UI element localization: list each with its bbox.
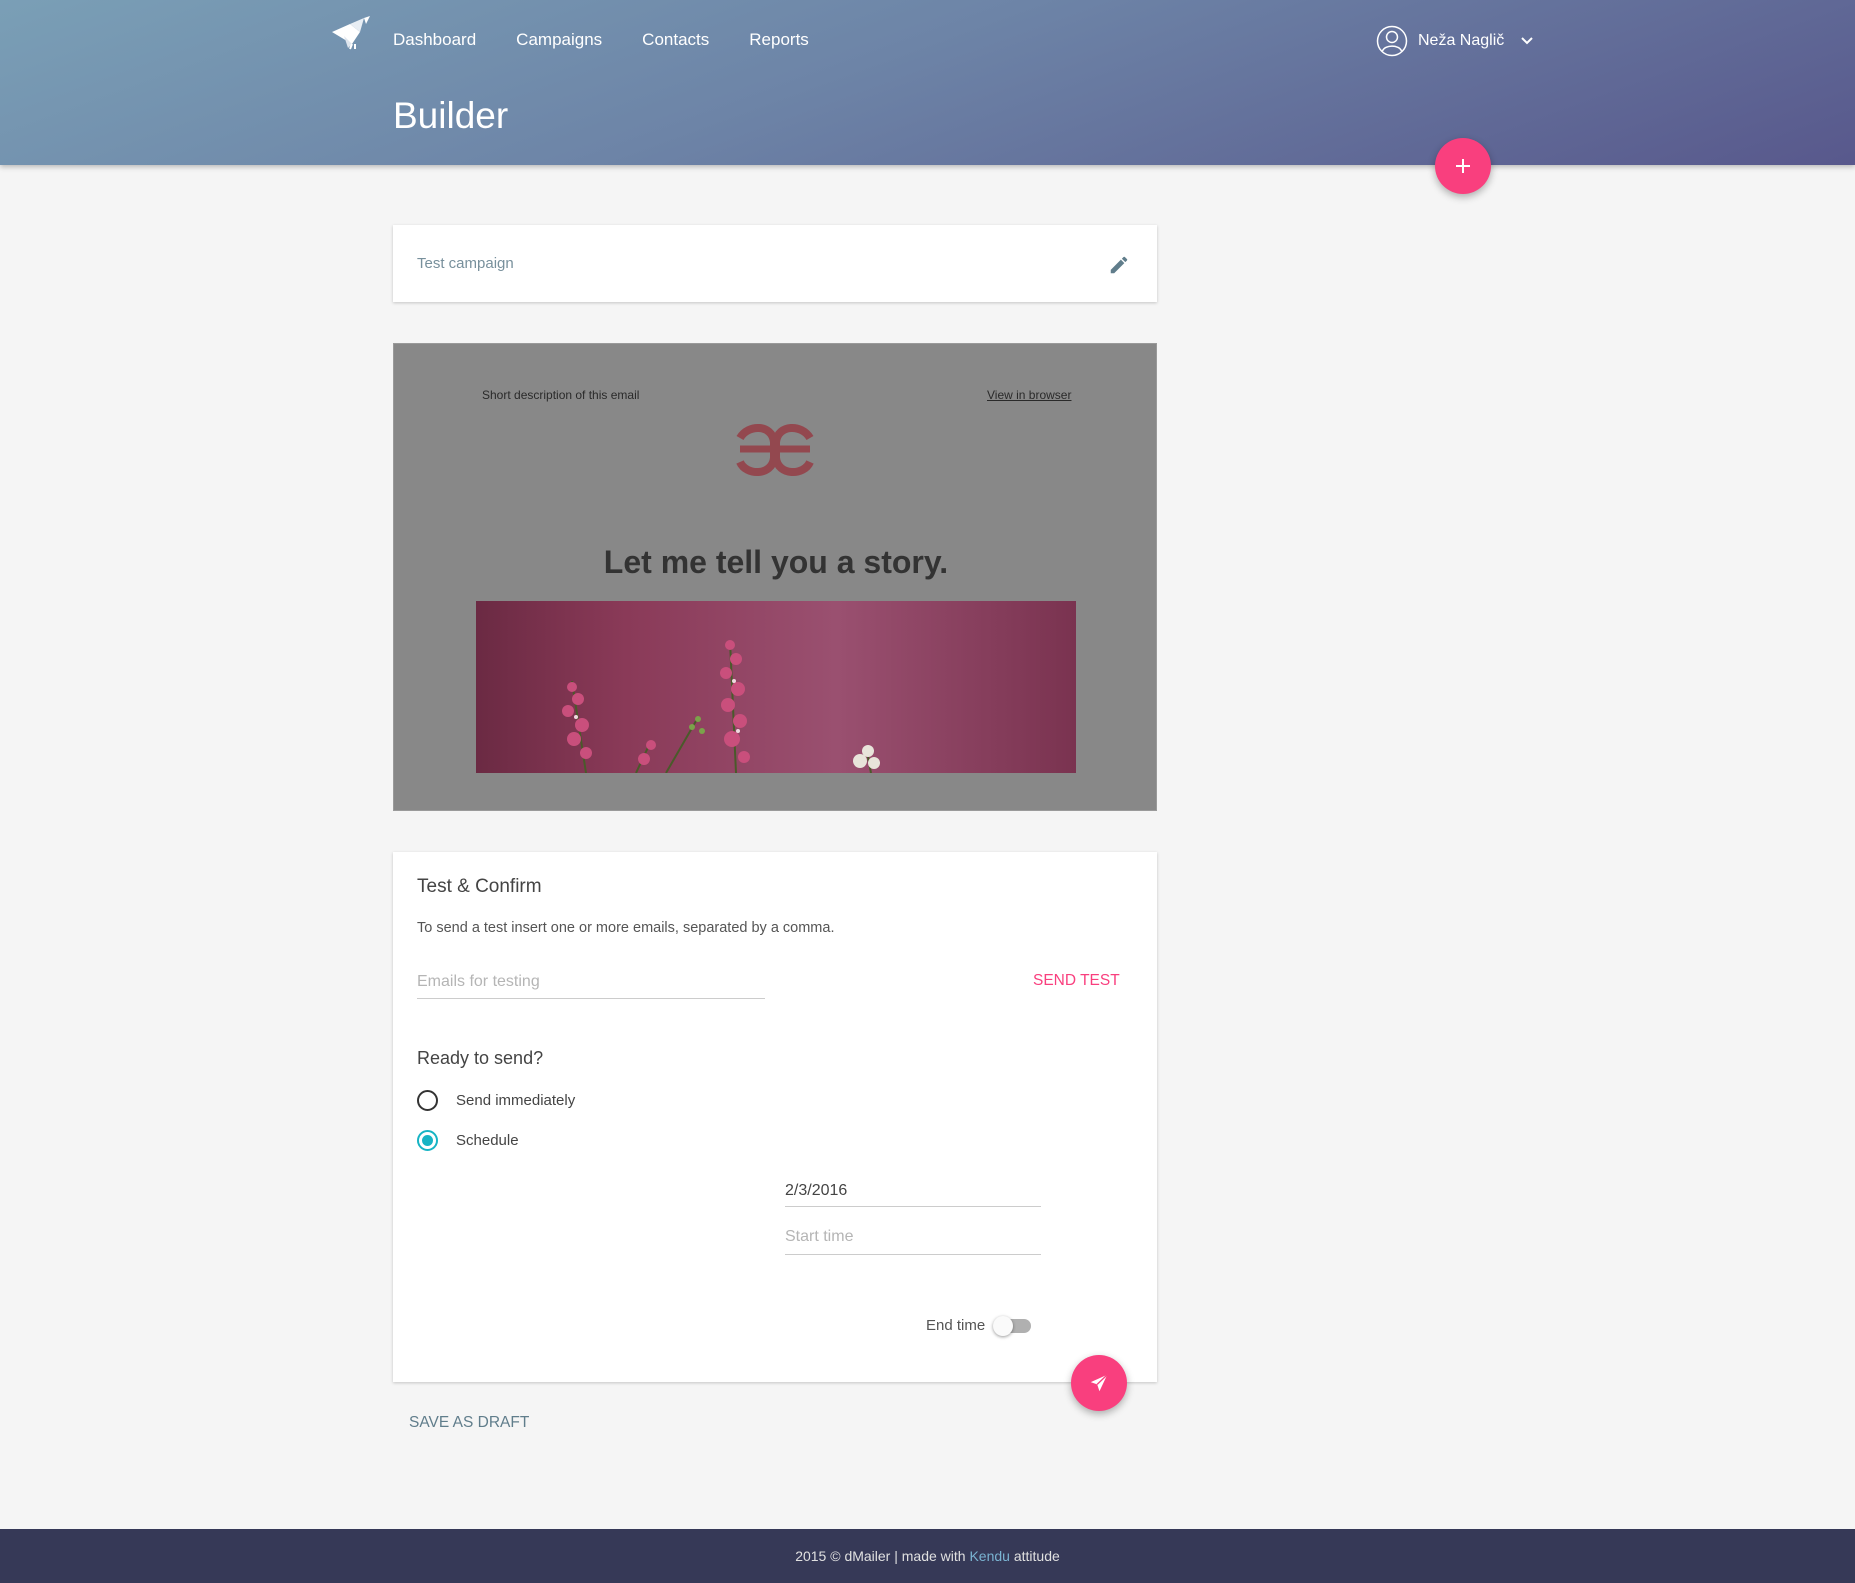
nav-campaigns[interactable]: Campaigns <box>516 30 602 50</box>
radio-label: Send immediately <box>456 1092 576 1109</box>
test-hint-text: To send a test insert one or more emails… <box>417 920 835 936</box>
send-button[interactable] <box>1071 1355 1127 1411</box>
radio-schedule[interactable]: Schedule <box>417 1130 519 1151</box>
brand-logo-icon <box>736 424 814 476</box>
kendu-link[interactable]: Kendu <box>969 1548 1009 1564</box>
campaign-name: Test campaign <box>417 255 514 272</box>
send-test-button[interactable]: SEND TEST <box>1033 964 1120 998</box>
main-nav: Dashboard Campaigns Contacts Reports <box>393 30 809 50</box>
footer: 2015 © dMailer | made with Kendu attitud… <box>0 1529 1855 1583</box>
nav-contacts[interactable]: Contacts <box>642 30 709 50</box>
test-confirm-card: Test & Confirm To send a test insert one… <box>393 852 1157 1382</box>
add-button[interactable] <box>1435 138 1491 194</box>
footer-suffix: attitude <box>1009 1548 1060 1564</box>
footer-prefix: 2015 © dMailer | made with <box>795 1548 970 1564</box>
email-preview[interactable]: Short description of this email View in … <box>393 343 1157 811</box>
test-emails-input[interactable] <box>417 965 765 999</box>
email-short-description: Short description of this email <box>482 388 640 402</box>
user-circle-icon <box>1376 25 1408 57</box>
schedule-date-field[interactable]: 2/3/2016 <box>785 1172 1041 1207</box>
campaign-name-card: Test campaign <box>393 225 1157 302</box>
radio-button[interactable] <box>417 1090 438 1111</box>
nav-dashboard[interactable]: Dashboard <box>393 30 476 50</box>
ready-to-send-heading: Ready to send? <box>417 1048 544 1068</box>
radio-send-immediately[interactable]: Send immediately <box>417 1090 575 1111</box>
email-headline: Let me tell you a story. <box>603 544 949 580</box>
test-confirm-heading: Test & Confirm <box>417 876 542 897</box>
end-time-toggle[interactable] <box>993 1315 1032 1336</box>
end-time-label: End time <box>926 1317 986 1334</box>
toggle-knob <box>993 1315 1014 1336</box>
bird-icon[interactable] <box>330 14 372 50</box>
app-header: Dashboard Campaigns Contacts Reports Než… <box>0 0 1855 165</box>
chevron-down-icon[interactable] <box>1520 34 1534 48</box>
page-title: Builder <box>393 95 509 136</box>
radio-label: Schedule <box>456 1132 519 1149</box>
user-menu[interactable]: Neža Naglič <box>1376 25 1534 57</box>
flowers-image <box>562 640 880 773</box>
paper-plane-icon <box>1090 1374 1108 1392</box>
nav-reports[interactable]: Reports <box>749 30 809 50</box>
start-time-input[interactable] <box>785 1220 1041 1255</box>
end-time-control: End time <box>926 1315 1032 1336</box>
view-in-browser-link[interactable]: View in browser <box>987 388 1071 402</box>
user-name: Neža Naglič <box>1418 32 1505 49</box>
save-as-draft-button[interactable]: SAVE AS DRAFT <box>409 1410 529 1436</box>
radio-button-checked[interactable] <box>417 1130 438 1151</box>
hero-image <box>476 601 1076 773</box>
pencil-icon[interactable] <box>1108 254 1130 276</box>
plus-icon <box>1456 159 1470 173</box>
